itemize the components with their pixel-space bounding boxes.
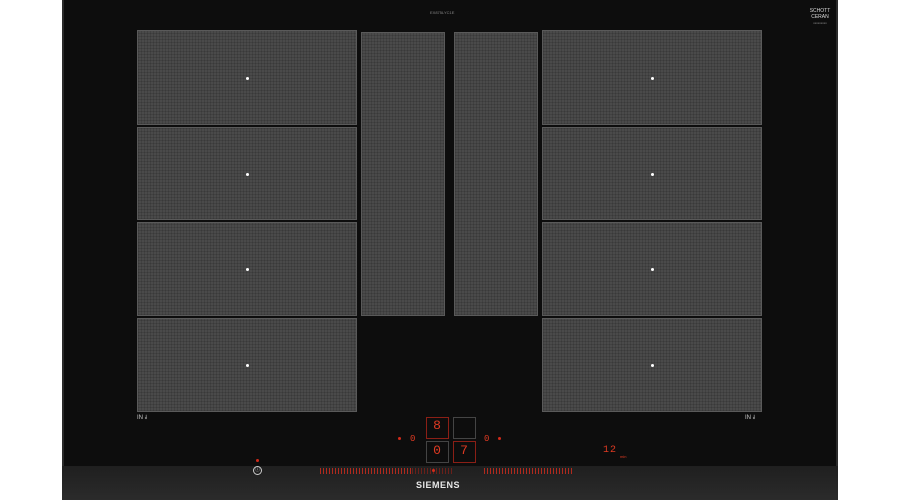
model-label: EX875LYC1E xyxy=(430,10,455,15)
zone-center-marker xyxy=(246,268,249,271)
power-button[interactable]: ⓘ xyxy=(253,466,262,475)
left-slider-ticks xyxy=(320,468,412,474)
schott-sub-label: xxxxxxxxx xyxy=(813,21,827,25)
right-zone-4[interactable] xyxy=(542,318,762,412)
right-flex-label: IN ⫰ xyxy=(745,415,756,421)
right-zone-3[interactable] xyxy=(542,222,762,316)
zone-center-marker xyxy=(651,172,654,176)
zone-center-marker xyxy=(651,364,654,367)
left-status-dot xyxy=(398,437,401,440)
zone-center-marker xyxy=(246,172,249,176)
cooktop-frame-right xyxy=(836,0,838,500)
right-zone-1[interactable] xyxy=(542,30,762,125)
left-zone-1[interactable] xyxy=(137,30,357,125)
right-zone-2[interactable] xyxy=(542,127,762,220)
center-zone-right[interactable] xyxy=(454,32,538,316)
left-zone-indicator: 0 xyxy=(410,434,416,444)
right-status-dot xyxy=(498,437,501,440)
main-display: 8 xyxy=(433,418,441,433)
secondary-display-frame xyxy=(453,417,476,439)
left-flex-label: IN ⫰ xyxy=(137,415,148,421)
right-slider-ticks xyxy=(484,468,574,474)
center-zone-left[interactable] xyxy=(361,32,445,316)
timer-unit: min xyxy=(620,454,627,459)
zone-center-marker xyxy=(651,268,654,271)
zone-center-marker xyxy=(651,76,654,80)
zone-center-marker xyxy=(246,76,249,80)
right-display: 7 xyxy=(460,443,468,458)
right-zone-indicator: 0 xyxy=(484,434,490,444)
siemens-logo: SIEMENS xyxy=(416,480,461,490)
left-display: 0 xyxy=(433,443,441,458)
left-zone-4[interactable] xyxy=(137,318,357,412)
power-indicator-dot xyxy=(256,459,259,462)
cooktop-frame-left xyxy=(62,0,64,500)
timer-display[interactable]: 12 xyxy=(603,445,617,456)
left-power-slider[interactable] xyxy=(320,468,412,474)
right-power-slider[interactable] xyxy=(484,468,574,474)
left-zone-3[interactable] xyxy=(137,222,357,316)
zone-center-marker xyxy=(246,364,249,367)
slider-center-dot xyxy=(432,469,435,472)
left-zone-2[interactable] xyxy=(137,127,357,220)
schott-ceran-logo: SCHOTT CERAN xxxxxxxxx xyxy=(805,8,835,26)
